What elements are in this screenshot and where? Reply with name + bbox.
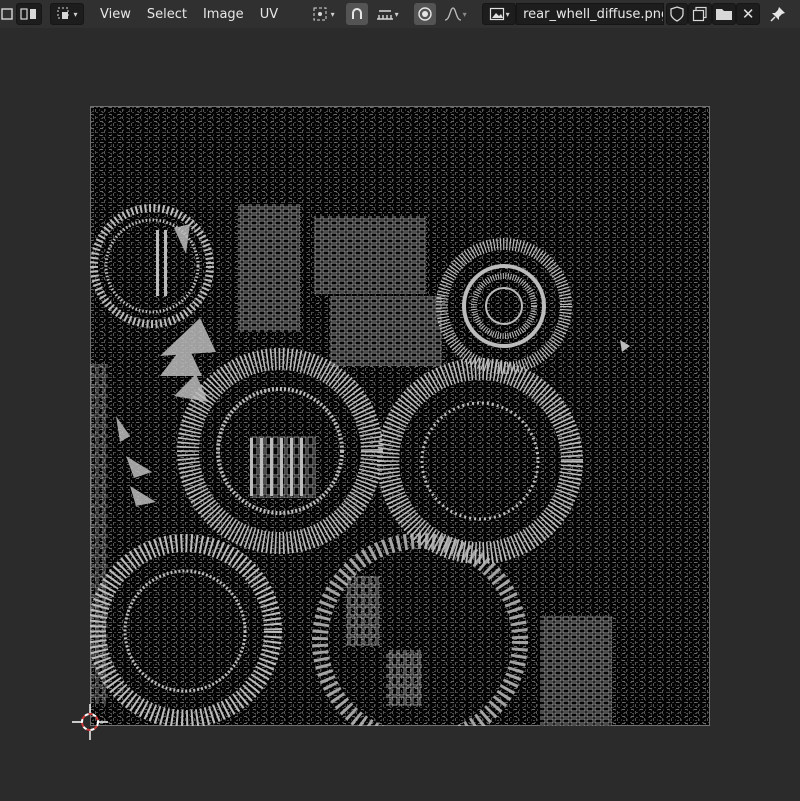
new-image-button[interactable] [688, 3, 713, 25]
uv-editor-header: ▾ View Select Image UV ▾ ▾ ▾ ▾ rear_whel… [0, 0, 800, 28]
chevron-down-icon: ▾ [73, 9, 78, 19]
snap-target-dropdown[interactable]: ▾ [370, 3, 404, 25]
select-mode-dropdown[interactable]: ▾ [50, 3, 84, 25]
image-browse-icon [489, 7, 504, 21]
uv-texture-image [90, 106, 710, 726]
close-icon: ✕ [741, 4, 755, 23]
chevron-down-icon: ▾ [505, 9, 510, 19]
pin-button[interactable] [766, 3, 790, 25]
menu-uv[interactable]: UV [252, 3, 286, 25]
falloff-curve-icon [444, 7, 461, 21]
proportional-edit-toggle[interactable] [414, 3, 437, 25]
snap-icon [352, 8, 363, 19]
new-image-icon [693, 6, 707, 22]
image-name-text: rear_whell_diffuse.png [523, 6, 665, 22]
open-folder-icon [716, 9, 733, 20]
pivot-point-dropdown[interactable]: ▾ [306, 3, 340, 25]
2d-cursor-icon [72, 704, 108, 740]
editor-type-button[interactable] [0, 3, 14, 25]
sync-selection-toggle[interactable] [16, 3, 42, 25]
menu-view[interactable]: View [92, 3, 139, 25]
chevron-down-icon: ▾ [330, 9, 335, 19]
chevron-down-icon: ▾ [462, 9, 467, 19]
falloff-dropdown[interactable]: ▾ [438, 3, 472, 25]
pivot-icon [313, 7, 327, 21]
menu-image[interactable]: Image [195, 3, 252, 25]
pin-icon [770, 7, 786, 22]
select-mode-icon [57, 7, 69, 19]
chevron-down-icon: ▾ [394, 9, 399, 19]
snap-toggle[interactable] [346, 3, 369, 25]
fake-user-shield-icon [670, 6, 684, 22]
menu-select[interactable]: Select [139, 3, 195, 25]
open-image-button[interactable] [712, 3, 737, 25]
uv-sync-icon [20, 8, 36, 20]
proportional-edit-icon [418, 7, 432, 21]
image-browse-dropdown[interactable]: ▾ [482, 3, 517, 25]
fake-user-button[interactable] [666, 3, 689, 25]
image-name-field[interactable]: rear_whell_diffuse.png [516, 3, 665, 25]
uv-editor-icon [1, 8, 13, 20]
snap-increment-icon [376, 10, 393, 20]
unlink-image-button[interactable]: ✕ [736, 3, 761, 25]
